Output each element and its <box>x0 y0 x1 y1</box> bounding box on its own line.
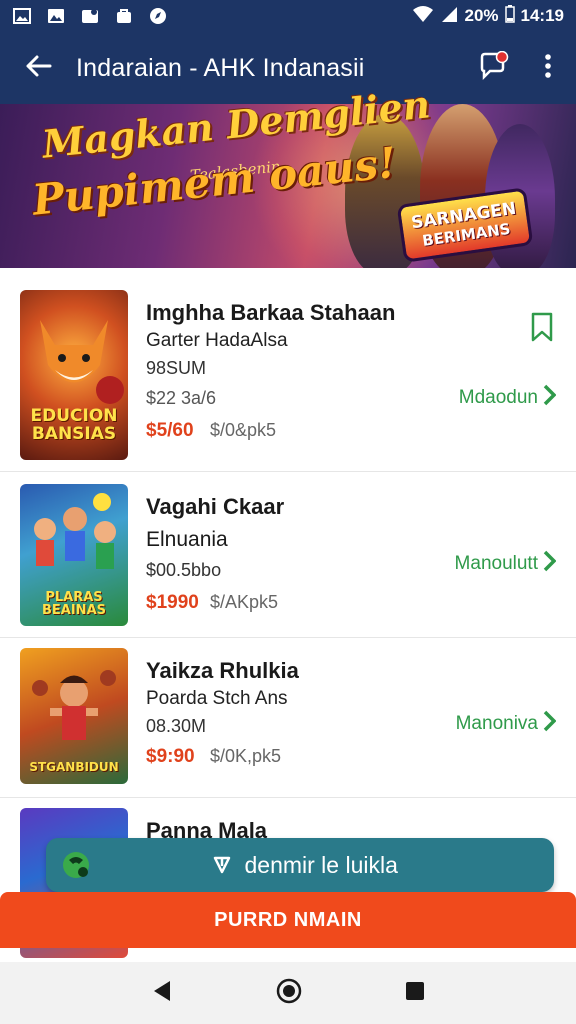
game-strike-price: $/AKpk5 <box>210 592 279 612</box>
notification-icon <box>80 7 100 25</box>
battery-icon <box>504 4 515 28</box>
wifi-icon <box>412 5 434 28</box>
purchase-button[interactable]: PURRD NMAIN <box>0 892 576 948</box>
game-thumbnail[interactable]: EDUCION BANSIAS <box>20 290 128 460</box>
game-title: Yaikza Rhulkia <box>146 658 299 683</box>
image-icon <box>12 7 32 25</box>
thumbnail-label: EDUCION BANSIAS <box>30 406 118 445</box>
game-thumbnail[interactable]: STGANBIDUN <box>20 648 128 784</box>
back-triangle-icon[interactable] <box>150 979 174 1008</box>
game-thumbnail[interactable]: PLARAS BEAINAS <box>20 484 128 626</box>
game-row[interactable]: PLARAS BEAINAS Vagahi Ckaar Elnuania $00… <box>0 472 576 638</box>
gallery-icon <box>46 7 66 25</box>
more-options-button[interactable] <box>520 32 576 104</box>
game-sale-price: $5/60 <box>146 420 194 441</box>
game-old-price: $22 3a/6 <box>146 388 217 408</box>
bag-icon <box>114 7 134 25</box>
chevron-right-icon <box>542 384 557 412</box>
download-logo-icon <box>46 848 106 882</box>
action-label: Manoulutt <box>454 553 538 574</box>
clock: 14:19 <box>520 6 564 25</box>
arrow-left-icon <box>24 54 52 83</box>
game-strike-price: $/0&pk5 <box>210 420 277 440</box>
status-left-icons <box>12 7 168 25</box>
game-subtitle: Garter HadaAlsa <box>146 330 288 351</box>
game-action-link[interactable]: Manoniva <box>455 710 557 738</box>
game-action-link[interactable]: Manoulutt <box>454 550 557 578</box>
game-subtitle: Poarda Stch Ans <box>146 688 288 709</box>
chevron-right-icon <box>542 550 557 578</box>
status-bar: 20% 14:19 <box>0 0 576 32</box>
action-label: Manoniva <box>455 713 538 734</box>
chat-icon <box>478 50 510 86</box>
home-circle-icon[interactable] <box>275 977 303 1010</box>
game-size: 08.30M <box>146 716 207 736</box>
download-bar[interactable]: denmir le luikla <box>46 838 554 892</box>
game-action-link[interactable]: Mdaodun <box>458 384 557 412</box>
game-subtitle: Elnuania <box>146 528 228 551</box>
thumbnail-label: STGANBIDUN <box>29 760 119 775</box>
status-right: 20% 14:19 <box>412 4 564 28</box>
game-sale-price: $1990 <box>146 592 199 613</box>
game-row[interactable]: STGANBIDUN Yaikza Rhulkia Poarda Stch An… <box>0 638 576 798</box>
game-size: $00.5bbo <box>146 560 222 580</box>
download-icon <box>212 852 244 878</box>
chevron-right-icon <box>542 710 557 738</box>
app-bar: Indaraian - AHK Indanasii <box>0 32 576 104</box>
action-label: Mdaodun <box>458 387 538 408</box>
recents-square-icon[interactable] <box>404 980 426 1007</box>
download-label-wrap: denmir le luikla <box>106 852 554 879</box>
battery-percent: 20% <box>464 6 499 25</box>
compass-icon <box>148 7 168 25</box>
game-sale-price: $9:90 <box>146 746 195 767</box>
game-row[interactable]: EDUCION BANSIAS Imghha Barkaa Stahaan Ga… <box>0 268 576 472</box>
bookmark-icon[interactable] <box>530 312 554 347</box>
download-label: denmir le luikla <box>244 851 398 878</box>
game-strike-price: $/0K,pk5 <box>210 746 282 766</box>
page-title: Indaraian - AHK Indanasii <box>76 53 365 82</box>
more-vertical-icon <box>544 53 552 84</box>
game-title: Imghha Barkaa Stahaan <box>146 300 396 325</box>
thumbnail-label: PLARAS BEAINAS <box>42 589 106 619</box>
signal-icon <box>440 5 458 28</box>
game-size: 98SUM <box>146 358 207 378</box>
back-button[interactable] <box>0 32 76 104</box>
game-title: Vagahi Ckaar <box>146 494 285 519</box>
chat-button[interactable] <box>468 32 520 104</box>
system-nav-bar <box>0 962 576 1024</box>
